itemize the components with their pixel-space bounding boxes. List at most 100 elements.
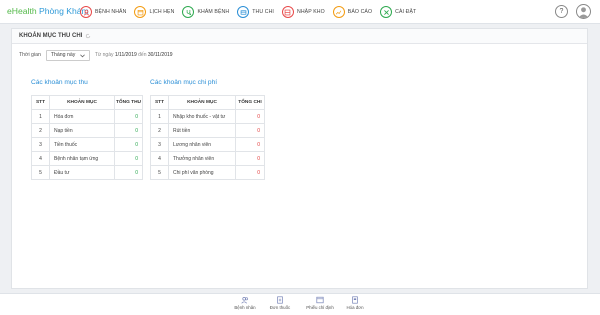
table-row[interactable]: 3 Tiền thuốc 0 bbox=[31, 137, 143, 152]
name-cell: Tiền thuốc bbox=[49, 137, 115, 152]
nav-label: CÀI ĐẶT bbox=[395, 9, 417, 15]
table-header-row: STT KHOẢN MỤC TỔNG CHI bbox=[150, 95, 265, 110]
nav-thu-chi[interactable]: THU CHI bbox=[237, 3, 274, 21]
value-cell: 0 bbox=[114, 151, 143, 166]
expense-table: STT KHOẢN MỤC TỔNG CHI 1 Nhập kho thuốc -… bbox=[150, 95, 265, 180]
expense-section: Các khoản mục chi phí STT KHOẢN MỤC TỔNG… bbox=[150, 79, 265, 180]
value-cell: 0 bbox=[114, 165, 143, 180]
prescription-icon bbox=[277, 296, 283, 304]
col-khoan-muc: KHOẢN MỤC bbox=[168, 95, 236, 110]
stt-cell: 1 bbox=[150, 109, 169, 124]
settings-icon bbox=[380, 6, 393, 18]
chevron-down-icon bbox=[79, 53, 85, 57]
table-row[interactable]: 3 Lương nhân viên 0 bbox=[150, 137, 265, 152]
report-icon bbox=[332, 6, 345, 18]
bottom-toolbar: Bệnh nhân Đơn thuốc Phiếu chỉ định Hóa đ… bbox=[0, 293, 600, 315]
table-row[interactable]: 2 Nạp tiền 0 bbox=[31, 123, 143, 138]
help-button[interactable]: ? bbox=[555, 5, 568, 18]
expense-section-title: Các khoản mục chi phí bbox=[150, 79, 218, 86]
table-row[interactable]: 1 Hóa đơn 0 bbox=[31, 109, 143, 124]
calendar-icon bbox=[134, 6, 147, 18]
bottom-label: Hóa đơn bbox=[346, 305, 364, 310]
time-filter-row: Thời gian Tháng này Từ ngày 1/11/2019 đế… bbox=[19, 49, 173, 61]
value-cell: 0 bbox=[235, 137, 265, 152]
nav-nhap-kho[interactable]: NHẬP KHO bbox=[281, 3, 325, 21]
stt-cell: 5 bbox=[31, 165, 50, 180]
value-cell: 0 bbox=[114, 109, 143, 124]
nav-label: BÁO CÁO bbox=[347, 9, 373, 15]
range-from: 1/11/2019 bbox=[114, 52, 137, 58]
invoice-icon bbox=[352, 296, 358, 304]
nav-benh-nhan[interactable]: BỆNH NHÂN bbox=[80, 3, 126, 21]
time-filter-label: Thời gian bbox=[19, 52, 41, 58]
patients-icon bbox=[241, 297, 249, 304]
panel-header: KHOẢN MỤC THU CHI bbox=[12, 29, 587, 44]
brand-logo[interactable]: eHealth Phòng Khám bbox=[7, 6, 89, 16]
name-cell: Chi phí văn phòng bbox=[168, 165, 236, 180]
top-navbar: eHealth Phòng Khám BỆNH NHÂN LỊCH HẸN KH… bbox=[0, 0, 600, 24]
wallet-icon bbox=[237, 6, 250, 18]
range-prefix: Từ ngày bbox=[94, 52, 114, 58]
date-range: Từ ngày 1/11/2019 đến 30/11/2019 bbox=[95, 52, 173, 58]
bottom-label: Bệnh nhân bbox=[234, 305, 256, 310]
stt-cell: 2 bbox=[150, 123, 169, 138]
time-period-value: Tháng này bbox=[50, 52, 76, 58]
name-cell: Thưởng nhân viên bbox=[168, 151, 236, 166]
order-form-icon bbox=[316, 296, 324, 304]
income-table: STT KHOẢN MỤC TỔNG THU 1 Hóa đơn 0 2 Nạp ti… bbox=[31, 95, 143, 180]
bottom-patients-button[interactable]: Bệnh nhân bbox=[230, 296, 260, 314]
nav-cai-dat[interactable]: CÀI ĐẶT bbox=[380, 3, 416, 21]
table-header-row: STT KHOẢN MỤC TỔNG THU bbox=[31, 95, 143, 110]
stethoscope-icon bbox=[182, 6, 195, 18]
stt-cell: 2 bbox=[31, 123, 50, 138]
income-section: Các khoản mục thu STT KHOẢN MỤC TỔNG THU… bbox=[31, 79, 143, 180]
stt-cell: 3 bbox=[31, 137, 50, 152]
patient-icon bbox=[80, 6, 92, 18]
table-row[interactable]: 4 Bệnh nhân tạm ứng 0 bbox=[31, 151, 143, 166]
nav-bao-cao[interactable]: BÁO CÁO bbox=[332, 3, 373, 21]
warehouse-icon bbox=[281, 6, 294, 18]
stt-cell: 4 bbox=[31, 151, 50, 166]
stt-cell: 4 bbox=[150, 151, 169, 166]
name-cell: Lương nhân viên bbox=[168, 137, 236, 152]
nav-label: BỆNH NHÂN bbox=[95, 9, 127, 15]
nav-lich-hen[interactable]: LỊCH HẸN bbox=[134, 3, 174, 21]
bottom-label: Phiếu chỉ định bbox=[306, 305, 334, 310]
nav-label: THU CHI bbox=[252, 9, 274, 15]
help-icon: ? bbox=[559, 8, 564, 15]
value-cell: 0 bbox=[235, 123, 265, 138]
stt-cell: 5 bbox=[150, 165, 169, 180]
avatar[interactable] bbox=[576, 4, 591, 19]
table-row[interactable]: 4 Thưởng nhân viên 0 bbox=[150, 151, 265, 166]
name-cell: Nhập kho thuốc - vật tư bbox=[168, 109, 236, 124]
bottom-prescription-button[interactable]: Đơn thuốc bbox=[265, 296, 295, 314]
name-cell: Nạp tiền bbox=[49, 123, 115, 138]
name-cell: Rút tiền bbox=[168, 123, 236, 138]
bottom-invoice-button[interactable]: Hóa đơn bbox=[340, 296, 370, 314]
table-row[interactable]: 1 Nhập kho thuốc - vật tư 0 bbox=[150, 109, 265, 124]
table-row[interactable]: 5 Chi phí văn phòng 0 bbox=[150, 165, 265, 180]
thu-chi-panel: KHOẢN MỤC THU CHI Thời gian Tháng này Từ… bbox=[11, 28, 588, 289]
nav-label: KHÁM BỆNH bbox=[197, 9, 230, 15]
value-cell: 0 bbox=[235, 109, 265, 124]
col-tong-chi: TỔNG CHI bbox=[235, 95, 265, 110]
value-cell: 0 bbox=[235, 151, 265, 166]
brand-name-part1: eHealth bbox=[7, 6, 37, 16]
range-to: 30/11/2019 bbox=[147, 52, 173, 58]
nav-label: NHẬP KHO bbox=[296, 9, 325, 15]
col-khoan-muc: KHOẢN MỤC bbox=[49, 95, 115, 110]
stt-cell: 1 bbox=[31, 109, 50, 124]
page-title: KHOẢN MỤC THU CHI bbox=[19, 33, 83, 39]
refresh-icon[interactable] bbox=[85, 33, 91, 39]
value-cell: 0 bbox=[114, 123, 143, 138]
value-cell: 0 bbox=[114, 137, 143, 152]
bottom-order-form-button[interactable]: Phiếu chỉ định bbox=[305, 296, 335, 314]
col-tong-thu: TỔNG THU bbox=[114, 95, 143, 110]
nav-kham-benh[interactable]: KHÁM BỆNH bbox=[182, 3, 229, 21]
time-period-select[interactable]: Tháng này bbox=[45, 49, 90, 61]
name-cell: Đầu tư bbox=[49, 165, 115, 180]
table-row[interactable]: 2 Rút tiền 0 bbox=[150, 123, 265, 138]
income-section-title: Các khoản mục thu bbox=[31, 79, 88, 86]
value-cell: 0 bbox=[235, 165, 265, 180]
table-row[interactable]: 5 Đầu tư 0 bbox=[31, 165, 143, 180]
